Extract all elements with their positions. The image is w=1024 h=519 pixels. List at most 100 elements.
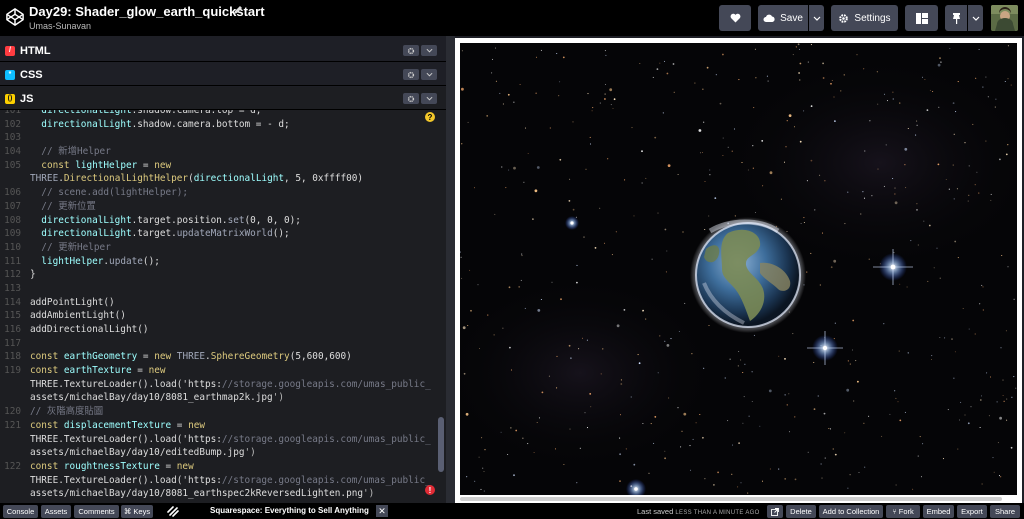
pin-button[interactable] [945, 5, 967, 31]
keys-button[interactable]: ⌘ Keys [121, 505, 153, 518]
star [722, 53, 724, 56]
star [469, 269, 471, 271]
css-settings-button[interactable] [403, 69, 419, 80]
html-collapse-button[interactable] [421, 45, 437, 56]
delete-button[interactable]: Delete [786, 505, 816, 518]
star [535, 92, 537, 94]
js-code-editor[interactable]: 101 directionalLight.shadow.camera.top =… [0, 110, 446, 503]
star [981, 284, 983, 286]
star [1003, 400, 1005, 402]
pin-dropdown-button[interactable] [968, 5, 983, 31]
open-external-button[interactable] [767, 505, 783, 518]
pencil-icon[interactable] [233, 5, 243, 15]
command-icon: ⌘ [123, 507, 132, 516]
line-number: 120 [4, 406, 21, 418]
css-collapse-button[interactable] [421, 69, 437, 80]
panel-resize-divider[interactable] [446, 36, 455, 503]
js-settings-button[interactable] [403, 93, 419, 104]
export-button[interactable]: Export [957, 505, 987, 518]
star [962, 307, 964, 310]
editor-scrollbar[interactable] [438, 417, 444, 472]
star [683, 412, 687, 416]
star [953, 377, 955, 379]
change-view-button[interactable] [905, 5, 938, 31]
star [524, 307, 526, 309]
line-number: 107 [4, 200, 21, 212]
save-button[interactable]: Save [758, 5, 808, 31]
star [1007, 144, 1009, 146]
tab-js[interactable]: () JS [0, 87, 41, 110]
star [807, 61, 809, 63]
console-button[interactable]: Console [3, 505, 38, 518]
space-scene[interactable] [460, 43, 1017, 495]
star [784, 394, 786, 396]
star [461, 143, 463, 145]
code-line: assets/michaelBay/day10/8081_earthspec2k… [0, 487, 440, 501]
preview-scrollbar[interactable] [460, 497, 1002, 501]
star [797, 43, 800, 46]
star [952, 164, 954, 166]
star [559, 81, 561, 83]
star [494, 213, 496, 215]
star [540, 298, 542, 301]
tab-html[interactable]: / HTML [0, 39, 59, 62]
star [662, 112, 664, 114]
author-name[interactable]: Umas-Sunavan [29, 21, 91, 31]
star [572, 208, 575, 211]
add-to-collection-button[interactable]: Add to Collection [819, 505, 883, 518]
heart-icon [730, 13, 740, 23]
star [519, 83, 521, 86]
heart-button[interactable] [719, 5, 751, 31]
star [753, 107, 755, 109]
embed-button[interactable]: Embed [923, 505, 954, 518]
fork-button[interactable]: ⑂ Fork [886, 505, 920, 518]
star [819, 174, 821, 176]
settings-button[interactable]: Settings [831, 5, 898, 31]
assets-button[interactable]: Assets [41, 505, 71, 518]
star [463, 372, 466, 375]
warning-icon[interactable]: ? [425, 112, 435, 122]
star [958, 419, 961, 421]
star [794, 416, 796, 418]
js-collapse-button[interactable] [421, 93, 437, 104]
close-icon[interactable]: ✕ [376, 505, 388, 517]
star [708, 324, 710, 327]
star [834, 453, 837, 456]
star [893, 252, 895, 254]
star [982, 286, 984, 288]
layout-grid-icon [915, 12, 928, 24]
result-preview[interactable] [455, 38, 1022, 503]
line-number: 112 [4, 269, 21, 281]
user-avatar[interactable] [991, 5, 1018, 31]
tab-css[interactable]: * CSS [0, 63, 51, 86]
ad-text[interactable]: Squarespace: Everything to Sell Anything [210, 506, 369, 515]
line-number [0, 391, 21, 405]
star [682, 231, 684, 233]
star [603, 242, 606, 244]
star [533, 451, 535, 454]
star [521, 253, 523, 255]
star [856, 54, 858, 56]
save-dropdown-button[interactable] [809, 5, 824, 31]
star [668, 397, 670, 399]
html-settings-button[interactable] [403, 45, 419, 56]
gear-icon [407, 95, 415, 102]
code-line: assets/michaelBay/day10/8081_earthmap2k.… [0, 391, 440, 405]
star [642, 309, 644, 312]
line-number: 121 [4, 419, 21, 431]
share-button[interactable]: Share [990, 505, 1020, 518]
code-text: THREE.TextureLoader().load('https://stor… [30, 474, 431, 486]
bottom-bar: Console Assets Comments ⌘ Keys Squarespa… [0, 503, 1024, 519]
star [989, 376, 992, 378]
pen-title[interactable]: Day29: Shader_glow_earth_quickstart [29, 4, 265, 19]
comments-button[interactable]: Comments [74, 505, 119, 518]
codepen-logo-icon[interactable] [6, 7, 24, 27]
squarespace-logo-icon[interactable] [166, 504, 180, 518]
star [667, 164, 671, 167]
star [822, 62, 824, 65]
code-text: // scene.add(lightHelper); [41, 187, 189, 199]
error-icon[interactable]: ! [425, 485, 435, 495]
star [792, 333, 794, 335]
star [508, 286, 511, 289]
star [473, 187, 476, 189]
